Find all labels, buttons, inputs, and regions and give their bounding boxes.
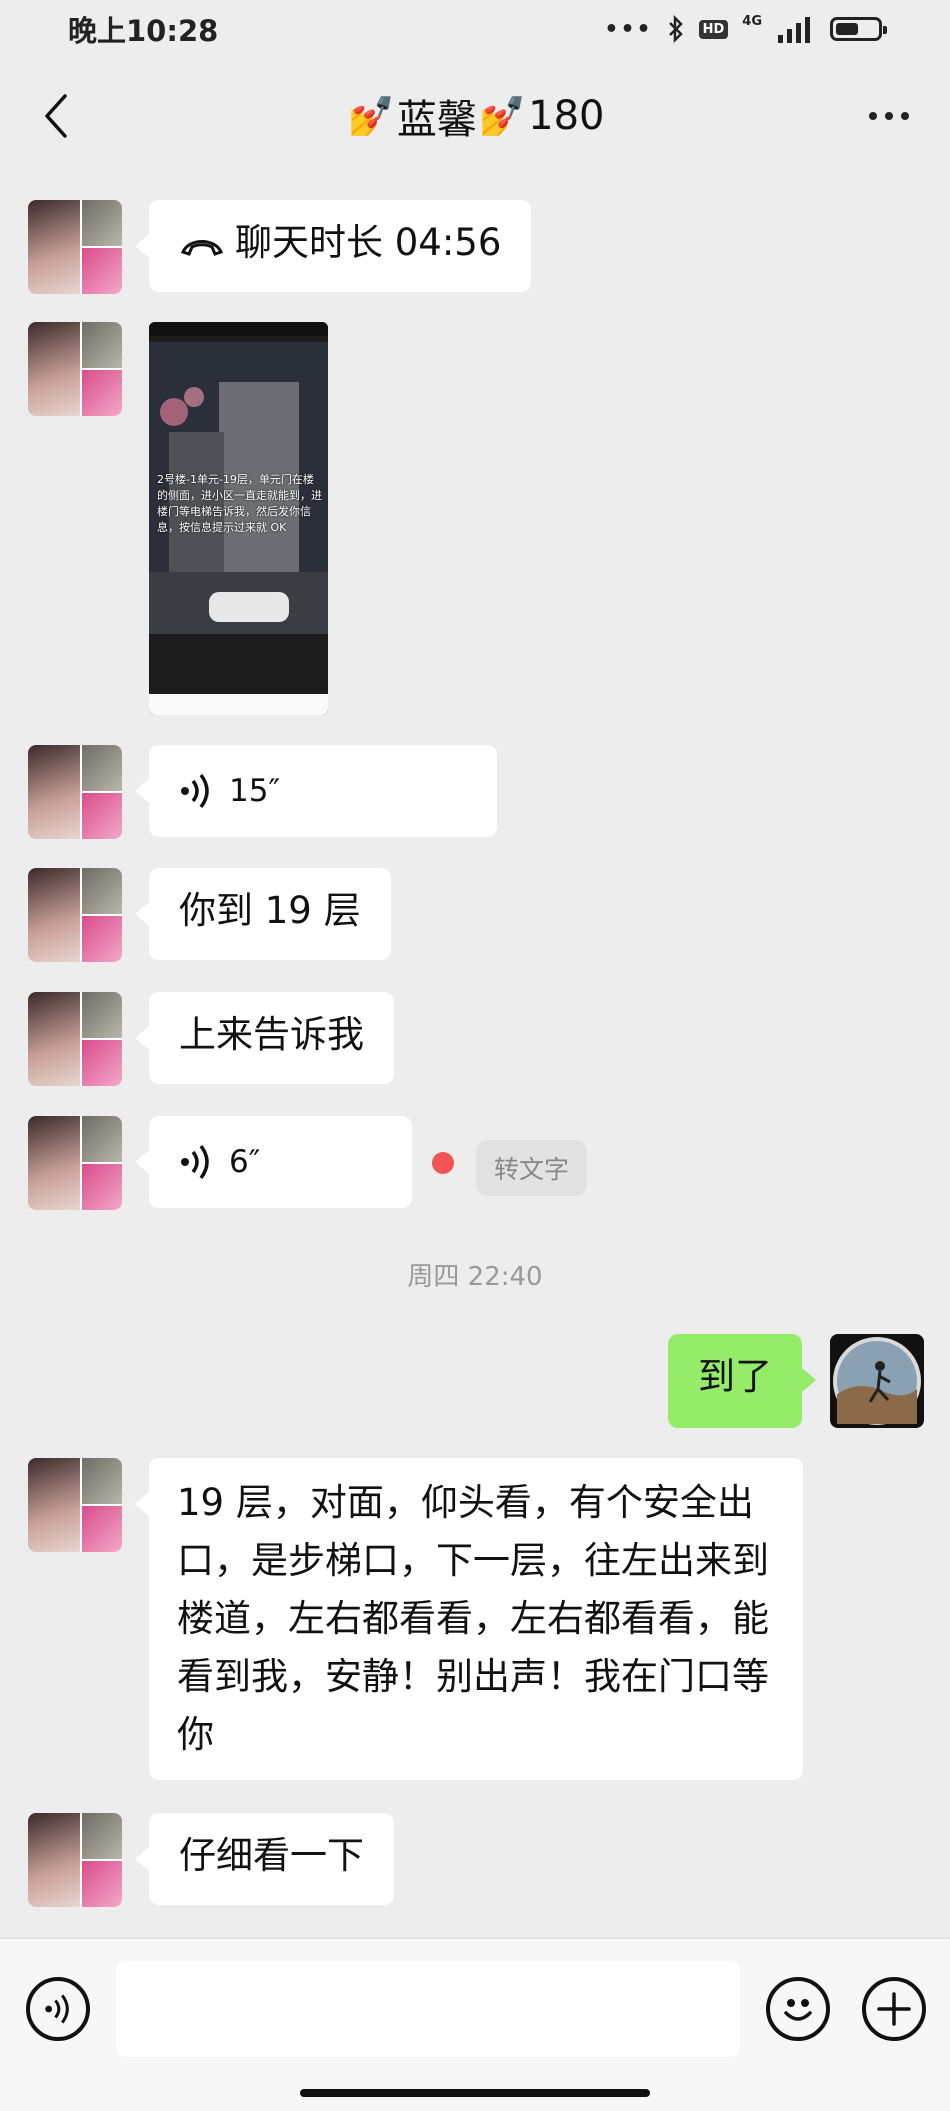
contact-avatar[interactable] (28, 992, 122, 1086)
timestamp-divider: 周四 22:40 (407, 1262, 543, 1292)
status-time: 晚上10:28 (68, 14, 219, 48)
emoji-icon (784, 1999, 812, 2021)
contact-avatar[interactable] (28, 1458, 122, 1552)
more-dot (869, 112, 877, 120)
phone-hangup-icon (180, 239, 224, 256)
contact-avatar[interactable] (28, 1116, 122, 1210)
voice-message-bubble[interactable]: 15″ (135, 745, 497, 837)
network-type: 4G (742, 13, 762, 29)
image-message[interactable]: 2号楼-1单元-19层，单元门在楼的侧面，进小区一直走就能到，进楼门等电梯告诉我… (149, 322, 328, 715)
chevron-left-icon (45, 94, 67, 138)
text-message-bubble[interactable]: 上来告诉我 (135, 992, 394, 1084)
call-duration-text: 聊天时长 04:56 (235, 221, 502, 264)
contact-avatar[interactable] (28, 322, 122, 416)
chat-title: 💅 蓝馨 💅 180 (345, 87, 604, 145)
nail-polish-icon: 💅 (478, 93, 527, 138)
image-caption: 2号楼-1单元-19层，单元门在楼的侧面，进小区一直走就能到，进楼门等电梯告诉我… (157, 473, 322, 534)
notification-dots: ••• (604, 16, 653, 42)
plus-button[interactable] (862, 1977, 926, 2041)
contact-avatar[interactable] (28, 868, 122, 962)
text-message-bubble[interactable]: 仔细看一下 (135, 1813, 394, 1905)
back-button[interactable] (28, 88, 84, 144)
contact-suffix: 180 (528, 93, 605, 139)
contact-avatar[interactable] (28, 200, 122, 294)
battery-fill (836, 23, 858, 35)
voice-mode-button[interactable] (26, 1977, 90, 2041)
my-avatar[interactable] (830, 1334, 924, 1428)
nail-polish-icon: 💅 (347, 93, 395, 138)
chat-header: 💅 蓝馨 💅 180 (0, 58, 950, 174)
plus-icon (877, 1992, 911, 2026)
home-indicator[interactable] (300, 2089, 650, 2097)
voice-mode-icon (45, 1994, 69, 2024)
voice-duration: 15″ (229, 773, 281, 809)
voice-duration: 6″ (229, 1144, 261, 1180)
contact-avatar[interactable] (28, 745, 122, 839)
voice-icon (181, 1144, 209, 1180)
status-icons: ••• HD 4G (604, 13, 887, 43)
status-bar: 晚上10:28 ••• HD 4G (0, 0, 950, 58)
outgoing-message-bubble[interactable]: 到了 (668, 1334, 816, 1428)
text-message-bubble[interactable]: 你到 19 层 (135, 868, 391, 960)
battery-icon (830, 17, 887, 41)
voice-icon (181, 773, 209, 809)
call-record-bubble[interactable]: 聊天时长 04:56 (134, 200, 532, 292)
more-dot (901, 112, 909, 120)
bluetooth-icon (668, 15, 683, 43)
more-button[interactable] (854, 98, 924, 134)
signal-icon (778, 17, 810, 43)
contact-name: 蓝馨 (396, 97, 477, 143)
text-message-bubble[interactable]: 19 层，对面，仰头看，有个安全出口，是步梯口，下一层，往左出来到楼道，左右都看… (135, 1458, 803, 1780)
unread-dot (432, 1152, 454, 1174)
contact-avatar[interactable] (28, 1813, 122, 1907)
input-bar (0, 1938, 950, 2111)
message-input[interactable] (116, 1961, 740, 2057)
more-dot (885, 112, 893, 120)
emoji-button[interactable] (766, 1977, 830, 2041)
voice-message-bubble[interactable]: 6″ (135, 1116, 412, 1208)
hd-badge: HD (698, 19, 729, 39)
transcribe-button[interactable]: 转文字 (476, 1140, 588, 1196)
